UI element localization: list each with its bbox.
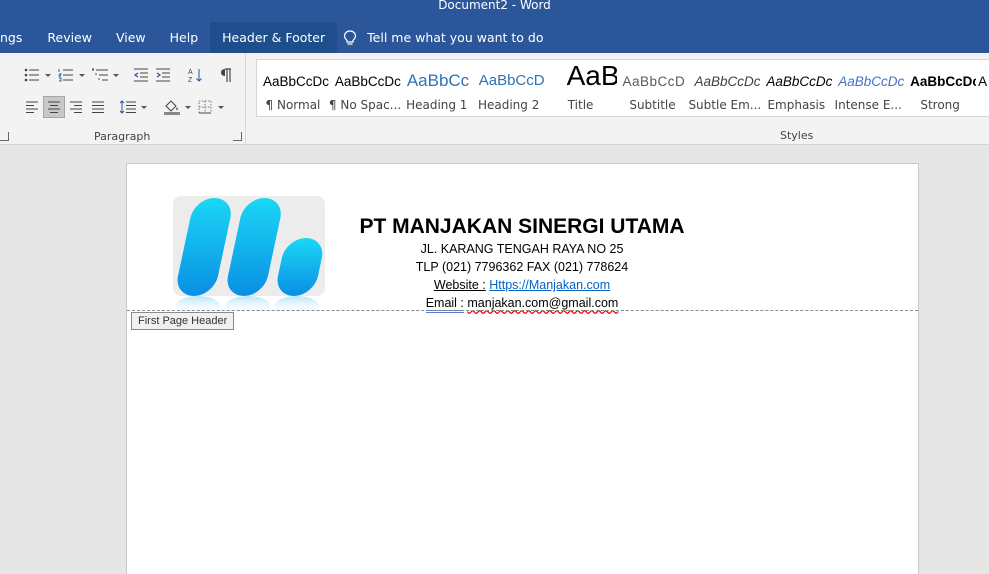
tab-review[interactable]: Review [35,22,104,53]
style-name: Heading 1 [406,98,468,112]
tab-header-footer[interactable]: Header & Footer [210,22,338,53]
tell-me-box[interactable]: Tell me what you want to do [343,22,544,53]
letterhead[interactable]: PT MANJAKAN SINERGI UTAMA JL. KARANG TEN… [357,214,687,313]
increase-indent-icon [156,68,170,82]
styles-gallery: AaBbCcDc ¶ Normal AaBbCcDc ¶ No Spac... … [256,59,989,117]
first-page-header-tag: First Page Header [131,312,235,330]
borders-dropdown-icon[interactable] [218,106,224,109]
bullets-button[interactable] [22,65,42,85]
style-heading-1[interactable]: AaBbCc Heading 1 [401,60,473,116]
style-subtle-emphasis[interactable]: AaBbCcDc Subtle Em... [688,60,760,116]
style-subtitle[interactable]: AaBbCcD Subtitle [617,60,689,116]
style-sample: AaBbCcDc [334,74,401,89]
paragraph-launcher-icon[interactable] [233,132,242,141]
svg-text:A: A [188,69,193,76]
align-left-button[interactable] [22,97,42,117]
paint-bucket-icon [164,100,180,115]
style-name: Subtle Em... [688,98,761,112]
style-quote[interactable]: A [976,60,989,116]
paragraph-group: AZ Paragraph [0,53,246,145]
numbering-dropdown-icon[interactable] [79,74,85,77]
website-link[interactable]: Https://Manjakan.com [489,278,610,292]
tab-view[interactable]: View [104,22,158,53]
style-sample: AaBbCcDc [766,74,833,89]
style-name: Strong [920,98,960,112]
style-sample: A [978,74,988,89]
style-strong[interactable]: AaBbCcDc Strong [904,60,976,116]
tell-me-text: Tell me what you want to do [367,30,544,45]
phone-line: TLP (021) 7796362 FAX (021) 778624 [415,260,629,274]
style-name: Emphasis [767,98,826,112]
pilcrow-icon [221,67,231,82]
sort-button[interactable]: AZ [185,65,205,85]
document-page[interactable]: PT MANJAKAN SINERGI UTAMA JL. KARANG TEN… [126,163,919,574]
align-center-button[interactable] [43,96,65,118]
company-name: PT MANJAKAN SINERGI UTAMA [359,215,685,238]
line-spacing-icon [119,100,136,114]
website-label: Website : [433,278,486,292]
line-spacing-button[interactable] [118,97,138,117]
email-value: manjakan.com@gmail.com [467,296,619,310]
style-no-spacing[interactable]: AaBbCcDc ¶ No Spac... [329,60,401,116]
increase-indent-button[interactable] [153,65,173,85]
style-normal[interactable]: AaBbCcDc ¶ Normal [257,60,329,116]
multilevel-list-icon [92,68,108,81]
align-left-icon [26,101,38,113]
address-line: JL. KARANG TENGAH RAYA NO 25 [420,242,624,256]
style-name: Heading 2 [477,98,540,112]
styles-group-label: Styles [780,129,814,142]
decrease-indent-icon [133,68,148,82]
multilevel-dropdown-icon[interactable] [113,74,119,77]
ribbon-tabs: ngs Review View Help Header & Footer Tel… [0,22,544,53]
style-sample: AaBbCcDc [694,74,761,89]
style-title[interactable]: AaB Title [545,60,617,116]
sort-icon: AZ [188,69,202,83]
bullets-icon [24,68,39,82]
style-name: Intense E... [834,98,902,112]
style-sample: AaBbCcD [478,72,545,89]
decrease-indent-button[interactable] [131,65,151,85]
multilevel-list-button[interactable] [90,65,110,85]
website-line: Website : Https://Manjakan.com [357,276,687,294]
style-sample: AaBbCcDc [910,74,977,89]
style-emphasis[interactable]: AaBbCcDc Emphasis [760,60,832,116]
numbering-button[interactable] [56,65,76,85]
tab-help[interactable]: Help [158,22,211,53]
style-name: Subtitle [629,98,676,112]
lightbulb-icon [344,29,357,45]
justify-button[interactable] [88,97,108,117]
justify-icon [92,101,104,113]
show-formatting-button[interactable] [216,65,236,85]
style-name: ¶ Normal [265,98,321,112]
shading-button[interactable] [162,97,182,117]
style-sample: AaB [566,60,617,91]
style-sample: AaBbCc [406,71,470,90]
align-right-icon [70,101,82,113]
style-name: Title [567,98,594,112]
shading-dropdown-icon[interactable] [185,106,191,109]
bullets-dropdown-icon[interactable] [45,74,51,77]
header-boundary [127,310,918,311]
ribbon: AZ Paragraph AaBbCcDc ¶ Normal AaBbCcDc … [0,53,989,145]
window-title: Document2 - Word [438,0,551,12]
svg-text:Z: Z [188,77,193,83]
borders-icon [198,100,212,114]
numbering-icon [58,69,73,82]
align-right-button[interactable] [66,97,86,117]
style-heading-2[interactable]: AaBbCcD Heading 2 [473,60,545,116]
tab-settings[interactable]: ngs [0,22,35,53]
font-launcher-icon[interactable] [0,132,9,141]
company-logo [173,196,325,326]
line-spacing-dropdown-icon[interactable] [141,106,147,109]
align-center-icon [48,101,60,113]
style-sample: AaBbCcDc [263,74,329,89]
borders-button[interactable] [195,97,215,117]
style-sample: AaBbCcDc [838,74,905,89]
style-intense-emphasis[interactable]: AaBbCcDc Intense E... [832,60,905,116]
paragraph-group-label: Paragraph [94,130,151,143]
style-name: ¶ No Spac... [328,98,401,112]
style-sample: AaBbCcD [622,74,686,89]
title-bar: Document2 - Word ngs Review View Help He… [0,0,989,53]
